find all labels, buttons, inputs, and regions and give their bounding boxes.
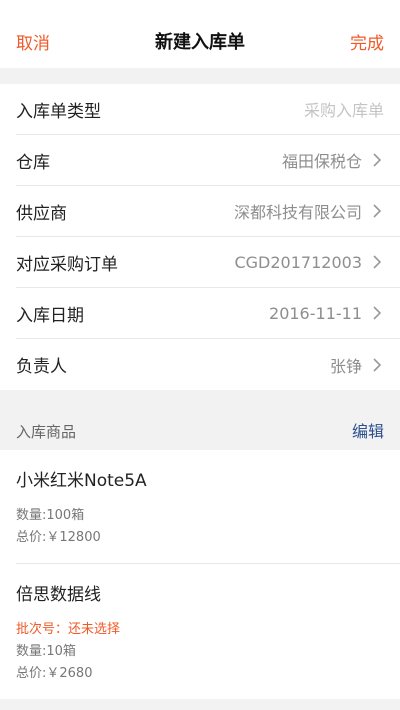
purchase-order-value: CGD201712003 xyxy=(234,252,362,272)
list-item[interactable]: 小米红米Note5A 数量:100箱 总价:￥12800 xyxy=(16,450,400,564)
form-label: 入库日期 xyxy=(16,305,84,326)
form-label: 负责人 xyxy=(16,357,67,377)
form-row-owner[interactable]: 负责人 张铮 xyxy=(16,339,400,390)
form-label: 对应采购订单 xyxy=(16,254,118,275)
chevron-right-icon xyxy=(373,153,382,167)
form-row-type[interactable]: 入库单类型 采购入库单 xyxy=(16,84,400,135)
cancel-button[interactable]: 取消 xyxy=(16,29,50,54)
form-row-date[interactable]: 入库日期 2016-11-11 xyxy=(16,288,400,339)
supplier-value: 深都科技有限公司 xyxy=(233,203,362,222)
type-value: 采购入库单 xyxy=(303,101,384,120)
chevron-right-icon xyxy=(373,255,382,269)
form-row-supplier[interactable]: 供应商 深都科技有限公司 xyxy=(16,186,400,237)
item-name: 倍思数据线 xyxy=(16,585,101,605)
owner-value: 张铮 xyxy=(329,356,362,376)
chevron-right-icon xyxy=(373,306,382,320)
nav-bar: 取消 新建入库单 完成 xyxy=(0,0,400,68)
page-title: 新建入库单 xyxy=(155,32,245,53)
goods-list: 小米红米Note5A 数量:100箱 总价:￥12800 倍思数据线 批次号：还… xyxy=(0,450,400,699)
chevron-right-icon xyxy=(373,357,382,372)
item-name: 小米红米Note5A xyxy=(16,471,147,491)
goods-section-header: 入库商品 编辑 xyxy=(0,390,400,450)
form-label: 仓库 xyxy=(16,152,50,173)
done-button[interactable]: 完成 xyxy=(350,29,384,54)
item-total: 总价:￥2680 xyxy=(16,666,93,681)
form-list: 入库单类型 采购入库单 仓库 福田保税仓 供应商 深都科技有限公司 对应采购订单… xyxy=(0,84,400,390)
chevron-right-icon xyxy=(373,204,382,218)
item-batch[interactable]: 批次号：还未选择 xyxy=(16,619,384,641)
item-quantity: 数量:10箱 xyxy=(16,644,76,659)
form-row-purchase-order[interactable]: 对应采购订单 CGD201712003 xyxy=(16,237,400,288)
item-total: 总价:￥12800 xyxy=(16,530,101,545)
date-value: 2016-11-11 xyxy=(269,303,362,323)
warehouse-value: 福田保税仓 xyxy=(281,152,362,171)
form-row-warehouse[interactable]: 仓库 福田保税仓 xyxy=(16,135,400,186)
item-quantity: 数量:100箱 xyxy=(16,508,85,523)
form-label: 供应商 xyxy=(16,203,67,224)
form-label: 入库单类型 xyxy=(16,101,101,122)
edit-button[interactable]: 编辑 xyxy=(352,418,384,442)
goods-section-title: 入库商品 xyxy=(16,423,77,441)
list-item[interactable]: 倍思数据线 批次号：还未选择 数量:10箱 总价:￥2680 xyxy=(16,564,400,699)
